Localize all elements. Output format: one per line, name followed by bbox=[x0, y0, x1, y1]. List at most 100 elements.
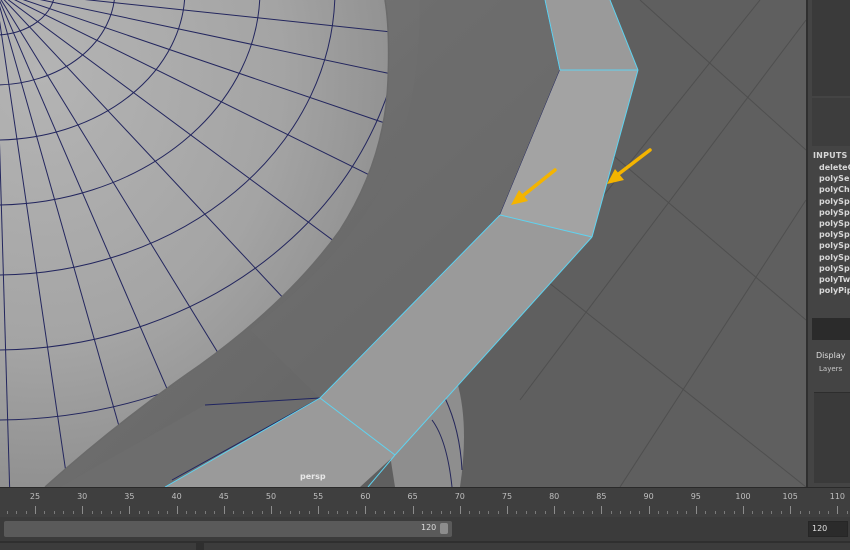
timeline-tick bbox=[271, 506, 272, 514]
timeline-tick bbox=[422, 511, 424, 514]
panel-header-area bbox=[812, 0, 850, 96]
timeline-tick bbox=[563, 511, 565, 514]
timeline-tick bbox=[384, 511, 386, 514]
timeline-tick bbox=[280, 511, 282, 514]
timeline-tick bbox=[91, 511, 93, 514]
timeline-tick bbox=[733, 511, 735, 514]
timeline-frame-label: 75 bbox=[501, 492, 513, 501]
layer-list-area[interactable] bbox=[814, 392, 850, 483]
timeline-tick bbox=[761, 511, 763, 514]
input-node-item[interactable]: polyChip bbox=[819, 184, 850, 195]
display-tab[interactable]: Display bbox=[816, 351, 846, 360]
timeline-tick bbox=[582, 511, 584, 514]
timeline-frame-label: 40 bbox=[171, 492, 182, 501]
timeline-tick bbox=[233, 511, 235, 514]
timeline-tick bbox=[252, 511, 254, 514]
timeline-tick bbox=[743, 506, 744, 514]
layers-menu[interactable]: Layers bbox=[819, 365, 842, 373]
animation-end-value: 120 bbox=[812, 524, 828, 533]
timeline-tick bbox=[242, 511, 244, 514]
camera-name-label: persp bbox=[300, 472, 326, 481]
timeline-tick bbox=[525, 511, 527, 514]
timeline-tick bbox=[53, 511, 55, 514]
inputs-history-list: deleteCo polySep polyChip polySpli polyS… bbox=[819, 162, 850, 296]
timeline-tick bbox=[809, 511, 811, 514]
timeline-tick bbox=[82, 506, 84, 514]
timeline-tick bbox=[658, 511, 660, 514]
range-end-handle[interactable] bbox=[440, 523, 448, 534]
timeline-tick bbox=[601, 506, 603, 514]
timeline-tick bbox=[790, 506, 792, 514]
timeline-tick bbox=[195, 511, 197, 514]
timeline-tick bbox=[346, 511, 348, 514]
timeline-tick bbox=[620, 511, 622, 514]
timeline-tick bbox=[25, 511, 27, 514]
input-node-item[interactable]: polyPipe bbox=[819, 285, 850, 296]
timeline-frame-label: 85 bbox=[596, 492, 607, 501]
timeline-tick bbox=[157, 511, 159, 514]
timeline-tick bbox=[459, 506, 461, 514]
input-node-item[interactable]: polyTwe bbox=[819, 274, 850, 285]
timeline-tick bbox=[554, 506, 556, 514]
timeline-tick bbox=[101, 511, 103, 514]
timeline-tick bbox=[403, 511, 405, 514]
timeline-tick bbox=[119, 511, 121, 514]
timeline-tick bbox=[469, 511, 471, 514]
animation-end-field[interactable]: 120 bbox=[808, 521, 848, 537]
timeline-tick bbox=[186, 511, 188, 514]
timeline-frame-label: 50 bbox=[265, 492, 277, 501]
timeline-tick bbox=[507, 506, 508, 514]
timeline-tick bbox=[440, 511, 442, 514]
timeline-tick bbox=[365, 506, 367, 514]
timeline-frame-label: 95 bbox=[690, 492, 701, 501]
attribute-editor-panel: INPUTS deleteCo polySep polyChip polySpl… bbox=[806, 0, 850, 487]
timeline-tick bbox=[374, 511, 376, 514]
timeline-tick bbox=[450, 511, 452, 514]
timeline-tick bbox=[771, 511, 773, 514]
timeline-frame-label: 60 bbox=[360, 492, 371, 501]
timeline-frame-label: 35 bbox=[124, 492, 135, 501]
input-node-item[interactable]: polySpli bbox=[819, 240, 850, 251]
timeline-tick bbox=[648, 506, 650, 514]
timeline-tick bbox=[780, 511, 782, 514]
timeline-tick bbox=[138, 511, 140, 514]
timeline-tick bbox=[44, 511, 46, 514]
command-language-area[interactable] bbox=[0, 543, 196, 550]
range-slider-bar[interactable] bbox=[4, 521, 452, 537]
timeline-tick bbox=[488, 511, 490, 514]
timeline-tick bbox=[827, 511, 829, 514]
timeline-tick bbox=[214, 511, 216, 514]
timeline-frame-label: 105 bbox=[782, 492, 798, 501]
input-node-item[interactable]: polySpli bbox=[819, 218, 850, 229]
timeline-tick bbox=[846, 511, 848, 514]
timeline-tick bbox=[110, 511, 112, 514]
timeline-tick bbox=[544, 511, 546, 514]
timeline-tick bbox=[837, 506, 839, 514]
input-node-item[interactable]: polySpli bbox=[819, 229, 850, 240]
timeline-tick bbox=[204, 511, 206, 514]
timeline-tick bbox=[752, 511, 754, 514]
timeline-frame-label: 65 bbox=[407, 492, 418, 501]
timeline-tick bbox=[686, 511, 688, 514]
timeline-tick bbox=[289, 511, 291, 514]
time-slider[interactable]: 25 30 35 40 45 50 55 60 65 70 75 80 85 90 95 100 105 110 bbox=[0, 487, 850, 518]
timeline-tick bbox=[714, 511, 716, 514]
input-node-item[interactable]: polySpli bbox=[819, 263, 850, 274]
perspective-viewport[interactable]: persp bbox=[0, 0, 806, 487]
timeline-tick bbox=[223, 506, 225, 514]
input-node-item[interactable]: polySpli bbox=[819, 207, 850, 218]
input-node-item[interactable]: polySpli bbox=[819, 196, 850, 207]
input-node-item[interactable]: polySep bbox=[819, 173, 850, 184]
input-node-item[interactable]: polySpli bbox=[819, 252, 850, 263]
timeline-frame-label: 100 bbox=[735, 492, 751, 501]
timeline-tick bbox=[6, 511, 8, 514]
timeline-frame-label: 110 bbox=[829, 492, 846, 501]
command-input-area[interactable] bbox=[204, 543, 850, 550]
panel-divider-block bbox=[812, 318, 850, 340]
timeline-tick bbox=[393, 511, 395, 514]
range-slider[interactable]: 120 120 bbox=[0, 517, 850, 541]
timeline-tick bbox=[724, 511, 726, 514]
timeline-frame-label: 30 bbox=[77, 492, 88, 501]
input-node-item[interactable]: deleteCo bbox=[819, 162, 850, 173]
timeline-tick bbox=[535, 511, 537, 514]
